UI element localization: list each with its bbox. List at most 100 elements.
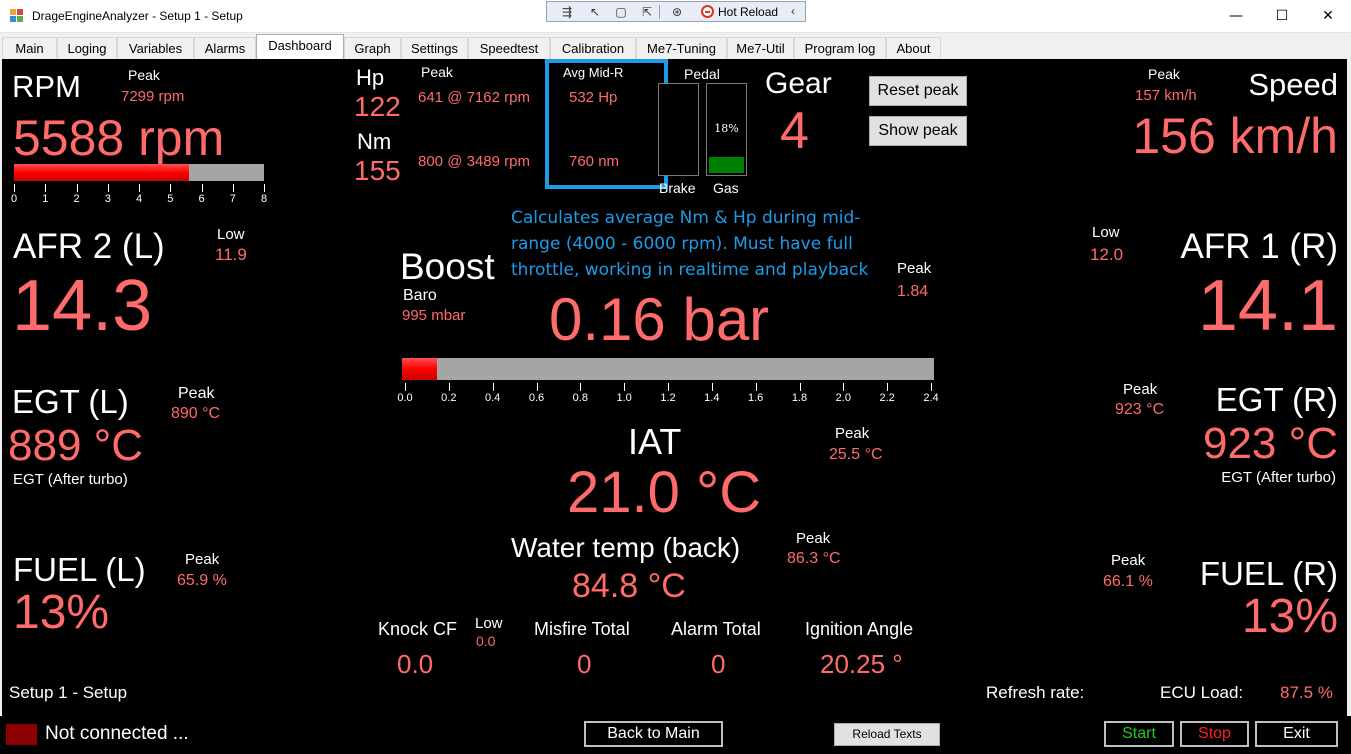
iat-peak-label: Peak bbox=[835, 425, 870, 442]
ecu-load-value: 87.5 % bbox=[1280, 683, 1333, 702]
boost-scale-tick-label: 1.4 bbox=[704, 392, 720, 404]
boost-scale-tick bbox=[843, 383, 845, 391]
select-element-icon[interactable]: ↖ bbox=[587, 5, 603, 19]
rpm-scale-tick bbox=[232, 184, 234, 192]
maximize-button[interactable]: ☐ bbox=[1259, 0, 1305, 32]
rpm-scale-tick bbox=[76, 184, 78, 192]
rpm-scale-tick bbox=[264, 184, 265, 192]
boost-scale: 0.0 0.2 0.4 0.6 0.8 1.0 1.2 1.4 1.6 1.8 2.0 2.2 2.4 bbox=[397, 383, 939, 404]
title-bar: DrageEngineAnalyzer - Setup 1 - Setup ⇶ … bbox=[0, 0, 1351, 33]
hot-reload-toolbar: ⇶ ↖ ▢ ⇱ ⊛ Hot Reload ‹ bbox=[546, 1, 806, 22]
brake-pedal-gauge bbox=[658, 83, 699, 176]
stop-button[interactable]: Stop bbox=[1180, 721, 1249, 747]
display-layout-icon[interactable]: ▢ bbox=[613, 5, 629, 19]
iat-value: 21.0 °C bbox=[567, 460, 762, 525]
fuel-right-peak-value: 66.1 % bbox=[1103, 573, 1153, 590]
live-tree-icon[interactable]: ⇶ bbox=[559, 5, 575, 19]
exit-button[interactable]: Exit bbox=[1255, 721, 1338, 747]
hot-reload-icon[interactable] bbox=[701, 5, 714, 18]
close-button[interactable]: ✕ bbox=[1305, 0, 1351, 32]
binding-icon[interactable]: ⊛ bbox=[669, 5, 685, 19]
misfire-total-value: 0 bbox=[577, 649, 592, 679]
boost-scale-tick-label: 1.2 bbox=[660, 392, 676, 404]
fuel-right-value: 13% bbox=[1241, 590, 1338, 643]
rpm-scale-tick bbox=[139, 184, 140, 192]
tab-calibration[interactable]: Calibration bbox=[550, 37, 636, 59]
alarm-total-value: 0 bbox=[711, 649, 726, 679]
boost-scale-tick-label: 0.0 bbox=[397, 392, 413, 404]
boost-peak-value: 1.84 bbox=[897, 283, 929, 300]
dashboard-panel: RPM Peak 7299 rpm 5588 rpm 012345678 Hp … bbox=[2, 59, 1347, 716]
hp-peak-value: 641 @ 7162 rpm bbox=[418, 89, 530, 106]
tab-main[interactable]: Main bbox=[2, 37, 57, 59]
rpm-scale-tick-label: 5 bbox=[167, 193, 174, 205]
tab-variables[interactable]: Variables bbox=[117, 37, 194, 59]
afr-right-value: 14.1 bbox=[1197, 266, 1338, 346]
boost-label: Boost bbox=[400, 246, 495, 287]
tab-dashboard[interactable]: Dashboard bbox=[256, 34, 344, 59]
egt-right-label: EGT (R) bbox=[1215, 381, 1338, 418]
track-focus-icon[interactable]: ⇱ bbox=[639, 5, 655, 19]
boost-peak-label: Peak bbox=[897, 260, 932, 277]
reload-texts-button[interactable]: Reload Texts bbox=[834, 723, 940, 746]
hp-peak-label: Peak bbox=[421, 64, 453, 80]
boost-scale-tick bbox=[492, 383, 494, 391]
start-button[interactable]: Start bbox=[1104, 721, 1174, 747]
tab-graph[interactable]: Graph bbox=[344, 37, 401, 59]
rpm-bar bbox=[14, 164, 264, 181]
boost-scale-tick-label: 2.0 bbox=[835, 392, 851, 404]
tab-speedtest[interactable]: Speedtest bbox=[468, 37, 550, 59]
boost-scale-tick bbox=[711, 383, 713, 391]
boost-scale-tick-label: 0.2 bbox=[441, 392, 457, 404]
boost-scale-tick bbox=[580, 383, 582, 391]
boost-scale-tick-label: 1.6 bbox=[748, 392, 764, 404]
afr-left-low-label: Low bbox=[217, 226, 245, 243]
rpm-scale-tick bbox=[14, 184, 15, 192]
fuel-right-label: FUEL (R) bbox=[1199, 555, 1338, 592]
hot-reload-label[interactable]: Hot Reload bbox=[718, 5, 778, 19]
knock-cf-value: 0.0 bbox=[397, 649, 434, 679]
rpm-scale: 0 1 2 3 4 5 6 7 8 bbox=[11, 184, 267, 205]
speed-peak-value: 157 km/h bbox=[1135, 87, 1197, 104]
nm-label: Nm bbox=[357, 129, 392, 154]
back-to-main-button[interactable]: Back to Main bbox=[584, 721, 723, 747]
rpm-scale-tick-label: 7 bbox=[229, 193, 236, 205]
afr-left-label: AFR 2 (L) bbox=[13, 227, 165, 266]
app-icon bbox=[10, 9, 24, 23]
rpm-peak-value: 7299 rpm bbox=[121, 88, 185, 105]
boost-scale-tick-label: 1.8 bbox=[791, 392, 808, 404]
rpm-scale-tick-label: 3 bbox=[104, 193, 111, 205]
tab-settings[interactable]: Settings bbox=[401, 37, 468, 59]
boost-scale-tick bbox=[755, 383, 757, 391]
egt-left-peak-label: Peak bbox=[178, 385, 215, 402]
baro-value: 995 mbar bbox=[402, 307, 466, 324]
tab-me7-tuning[interactable]: Me7-Tuning bbox=[636, 37, 727, 59]
collapse-chevron-icon[interactable]: ‹ bbox=[791, 4, 795, 18]
ignition-angle-value: 20.25 ° bbox=[820, 649, 903, 679]
window-title: DrageEngineAnalyzer - Setup 1 - Setup bbox=[32, 9, 243, 23]
boost-value: 0.16 bar bbox=[549, 286, 770, 353]
show-peak-button[interactable]: Show peak bbox=[869, 116, 967, 146]
reset-peak-button[interactable]: Reset peak bbox=[869, 76, 967, 106]
app-window: DrageEngineAnalyzer - Setup 1 - Setup ⇶ … bbox=[0, 0, 1351, 754]
status-bar: Not connected ... Back to Main Reload Te… bbox=[0, 716, 1351, 754]
tab-alarms[interactable]: Alarms bbox=[194, 37, 256, 59]
tab-me7-util[interactable]: Me7-Util bbox=[727, 37, 794, 59]
avg-mid-hp: 532 Hp bbox=[569, 89, 618, 106]
hp-label: Hp bbox=[356, 65, 385, 90]
boost-scale-tick bbox=[931, 383, 932, 391]
tab-about[interactable]: About bbox=[886, 37, 941, 59]
tab-loging[interactable]: Loging bbox=[57, 37, 117, 59]
rpm-scale-tick-label: 1 bbox=[42, 193, 49, 205]
boost-scale-tick bbox=[887, 383, 889, 391]
boost-scale-tick bbox=[405, 383, 406, 391]
toolbar-divider bbox=[659, 5, 660, 19]
tab-program-log[interactable]: Program log bbox=[794, 37, 886, 59]
egt-right-peak-label: Peak bbox=[1123, 381, 1158, 398]
avg-mid-nm: 760 nm bbox=[569, 153, 620, 170]
boost-scale-tick bbox=[536, 383, 538, 391]
annotation-line: throttle, working in realtime and playba… bbox=[511, 260, 869, 280]
minimize-button[interactable]: — bbox=[1213, 0, 1259, 32]
boost-scale-tick-label: 0.4 bbox=[485, 392, 501, 404]
rpm-bar-fill bbox=[14, 164, 189, 181]
